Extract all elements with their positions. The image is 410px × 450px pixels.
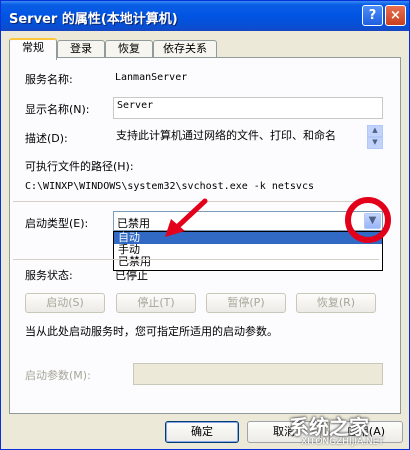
separator <box>13 259 379 260</box>
startup-option-auto[interactable]: 自动 <box>114 232 382 244</box>
watermark-url: XITONGZHIJIA.NET <box>301 437 384 447</box>
display-name-label: 显示名称(N): <box>25 103 90 116</box>
pause-button[interactable]: 暂停(P) <box>206 293 286 313</box>
help-button[interactable]: ? <box>362 5 383 26</box>
description-label: 描述(D): <box>25 132 68 145</box>
tab-recovery[interactable]: 恢复 <box>105 40 153 57</box>
service-status-value: 已停止 <box>115 269 148 282</box>
start-params-field[interactable] <box>133 363 383 385</box>
close-button[interactable]: × <box>385 5 406 26</box>
service-name-value: LanmanServer <box>115 72 188 83</box>
tab-dependencies[interactable]: 依存关系 <box>153 40 217 57</box>
start-params-hint: 当从此处启动服务时，您可指定所适用的启动参数。 <box>25 325 278 338</box>
annotation-arrow-icon <box>165 198 208 237</box>
startup-type-label: 启动类型(E): <box>25 217 89 230</box>
scroll-down-icon[interactable]: ▼ <box>367 137 383 149</box>
start-params-label: 启动参数(M): <box>25 369 91 382</box>
scroll-up-icon[interactable]: ▲ <box>367 125 383 137</box>
startup-option-disabled[interactable]: 已禁用 <box>114 256 382 268</box>
ok-button[interactable]: 确定 <box>165 421 239 443</box>
startup-option-manual[interactable]: 手动 <box>114 244 382 256</box>
start-button[interactable]: 启动(S) <box>25 293 105 313</box>
exe-path-value: C:\WINXP\WINDOWS\system32\svchost.exe -k… <box>25 181 314 192</box>
display-name-field[interactable]: Server <box>113 97 383 119</box>
window-title: Server 的属性(本地计算机) <box>9 12 178 27</box>
service-name-label: 服务名称: <box>25 73 73 86</box>
annotation-circle-icon <box>345 197 391 243</box>
stop-button[interactable]: 停止(T) <box>116 293 196 313</box>
exe-path-label: 可执行文件的路径(H): <box>25 160 134 173</box>
tab-general[interactable]: 常规 <box>9 38 57 60</box>
startup-type-combobox[interactable]: 已禁用 ▼ <box>113 211 383 231</box>
properties-dialog: Server 的属性(本地计算机) ? × 常规 登录 恢复 依存关系 服务名称… <box>0 0 410 450</box>
title-bar[interactable]: Server 的属性(本地计算机) ? × <box>1 1 409 31</box>
tab-logon[interactable]: 登录 <box>57 40 105 57</box>
startup-type-selected: 已禁用 <box>117 217 150 230</box>
service-status-label: 服务状态: <box>25 269 73 282</box>
description-field[interactable]: 支持此计算机通过网络的文件、打印、和命名 <box>113 125 363 149</box>
watermark-logo: 系统之家 <box>289 415 369 439</box>
resume-button[interactable]: 恢复(R) <box>296 293 376 313</box>
startup-type-dropdown: 自动 手动 已禁用 <box>113 231 383 271</box>
